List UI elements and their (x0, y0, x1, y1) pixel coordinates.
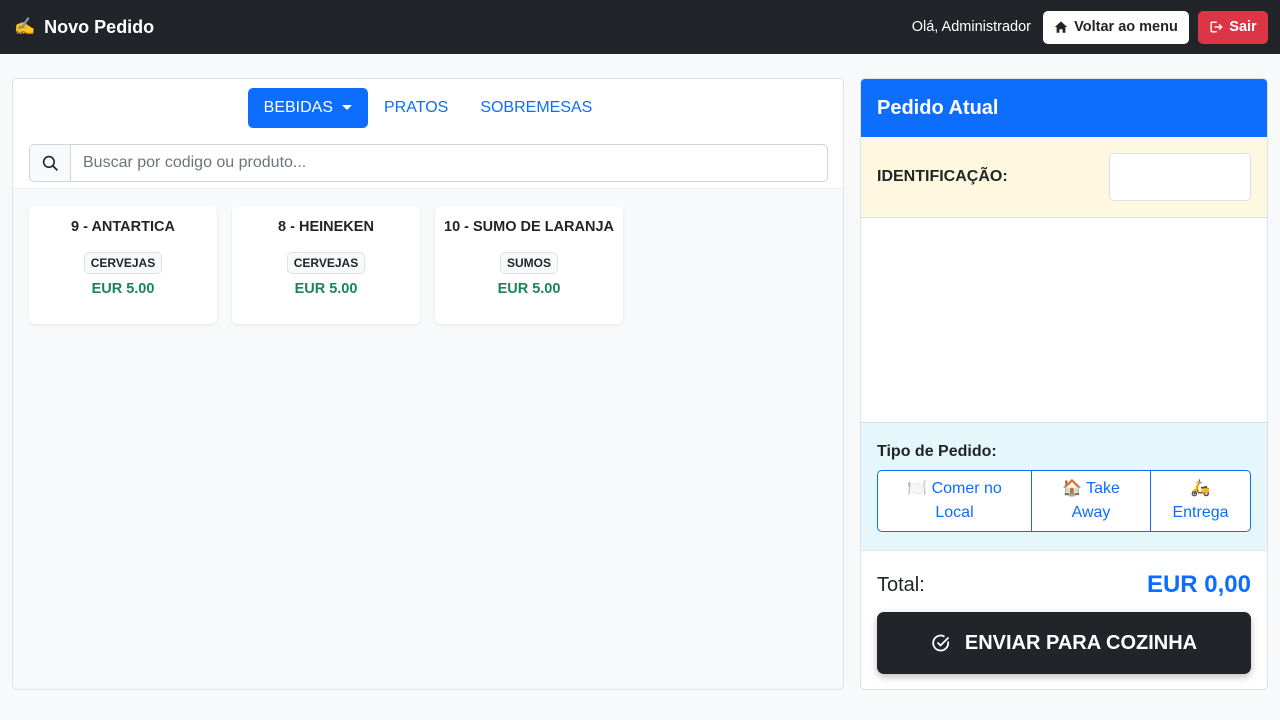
category-tabs: BEBIDAS PRATOS SOBREMESAS (13, 88, 843, 128)
category-badge: CERVEJAS (286, 252, 366, 274)
product-price: EUR 5.00 (294, 281, 358, 297)
total-row: Total: EUR 0,00 (861, 571, 1267, 599)
product-card-antartica[interactable]: 9 - ANTARTICA CERVEJAS EUR 5.00 (29, 206, 217, 324)
logout-icon (1210, 21, 1223, 33)
product-panel: BEBIDAS PRATOS SOBREMESAS 9 - ANTARTICA … (12, 78, 844, 690)
tab-sobremesas[interactable]: SOBREMESAS (464, 88, 608, 128)
house-icon: 🏠 (1062, 480, 1082, 497)
plate-icon: 🍽️ (907, 480, 928, 497)
current-order-panel: Pedido Atual IDENTIFICAÇÃO: Tipo de Pedi… (860, 78, 1268, 690)
order-type-label: Tipo de Pedido: (877, 443, 997, 460)
search-icon (42, 155, 58, 171)
tab-bebidas[interactable]: BEBIDAS (247, 88, 368, 128)
order-type-section: Tipo de Pedido: 🍽️ Comer no Local 🏠 Take… (861, 423, 1267, 551)
logout-button[interactable]: Sair (1198, 10, 1268, 44)
navbar-actions: Olá, Administrador Voltar ao menu Sair (911, 10, 1268, 44)
caret-down-icon (342, 104, 352, 110)
tab-bebidas-label: BEBIDAS (263, 99, 333, 116)
category-badge: CERVEJAS (83, 252, 163, 274)
send-to-kitchen-label: ENVIAR PARA COZINHA (964, 631, 1198, 654)
dine-in-label-line2: Local (935, 504, 974, 521)
back-to-menu-button[interactable]: Voltar ao menu (1043, 10, 1189, 44)
product-grid: 9 - ANTARTICA CERVEJAS EUR 5.00 8 - HEIN… (29, 206, 638, 324)
product-title: 9 - ANTARTICA (71, 219, 175, 235)
category-badge: SUMOS (499, 252, 558, 274)
check-circle-icon (932, 634, 950, 652)
product-card-heineken[interactable]: 8 - HEINEKEN CERVEJAS EUR 5.00 (232, 206, 420, 324)
dine-in-label-line1: Comer no (931, 480, 1002, 497)
delivery-label: Entrega (1172, 504, 1229, 521)
user-greeting: Olá, Administrador (911, 19, 1031, 35)
take-away-label-line1: Take (1086, 480, 1120, 497)
product-title: 8 - HEINEKEN (278, 219, 374, 235)
order-type-dine-in-button[interactable]: 🍽️ Comer no Local (878, 471, 1032, 531)
current-order-title: Pedido Atual (861, 79, 1267, 137)
total-label: Total: (877, 573, 925, 596)
scooter-icon: 🛵 (1190, 480, 1211, 497)
search-input[interactable] (71, 145, 827, 181)
product-title: 10 - SUMO DE LARANJA (444, 219, 614, 235)
top-navbar: ✍️ Novo Pedido Olá, Administrador Voltar… (0, 0, 1280, 54)
writing-hand-icon: ✍️ (14, 17, 36, 36)
product-card-sumo-de-laranja[interactable]: 10 - SUMO DE LARANJA SUMOS EUR 5.00 (435, 206, 623, 324)
home-icon (1055, 21, 1068, 33)
order-type-group: 🍽️ Comer no Local 🏠 Take Away 🛵 Entrega (877, 470, 1251, 532)
identification-label: IDENTIFICAÇÃO: (877, 168, 1008, 185)
order-items-list (861, 218, 1267, 423)
total-value: EUR 0,00 (1146, 571, 1251, 598)
take-away-label-line2: Away (1071, 504, 1111, 521)
brand: ✍️ Novo Pedido (14, 17, 154, 38)
product-panel-header: BEBIDAS PRATOS SOBREMESAS (13, 79, 843, 189)
order-type-delivery-button[interactable]: 🛵 Entrega (1151, 471, 1250, 531)
page-title: Novo Pedido (44, 16, 155, 37)
logout-label: Sair (1229, 19, 1257, 35)
order-type-take-away-button[interactable]: 🏠 Take Away (1032, 471, 1151, 531)
tab-pratos[interactable]: PRATOS (368, 88, 464, 128)
identification-row: IDENTIFICAÇÃO: (861, 137, 1267, 218)
identification-input[interactable] (1109, 153, 1251, 201)
back-to-menu-label: Voltar ao menu (1074, 19, 1178, 35)
product-price: EUR 5.00 (91, 281, 155, 297)
product-price: EUR 5.00 (497, 281, 561, 297)
send-to-kitchen-button[interactable]: ENVIAR PARA COZINHA (877, 612, 1251, 674)
search-addon (30, 145, 71, 181)
search-group (29, 144, 828, 182)
